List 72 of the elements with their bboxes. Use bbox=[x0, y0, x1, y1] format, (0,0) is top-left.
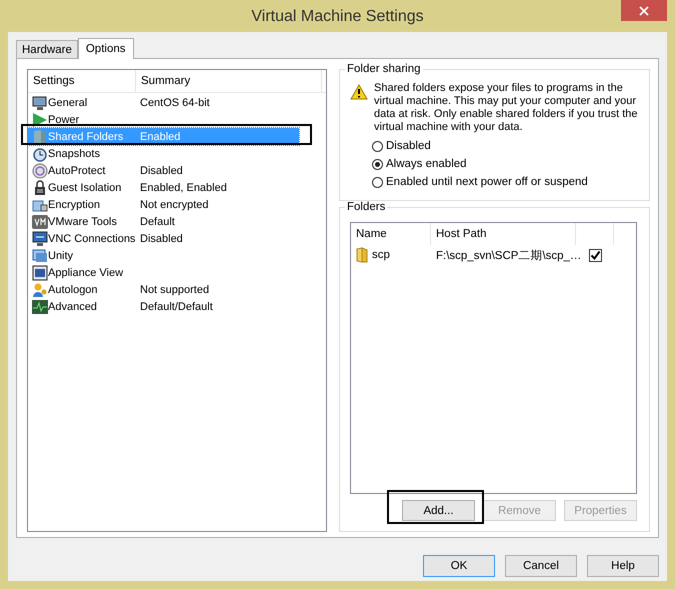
setting-summary: Disabled bbox=[140, 164, 183, 176]
radio-label: Always enabled bbox=[386, 158, 467, 170]
screen-icon bbox=[32, 230, 48, 246]
window-title: Virtual Machine Settings bbox=[251, 8, 424, 26]
setting-name: Guest Isolation bbox=[48, 182, 122, 194]
window-icon bbox=[32, 248, 48, 264]
setting-name: Autologon bbox=[48, 284, 99, 296]
monitor-icon bbox=[32, 94, 48, 110]
group-title: Folder sharing bbox=[345, 63, 423, 75]
settings-row[interactable]: Encryption Not encrypted bbox=[28, 196, 326, 213]
close-button[interactable] bbox=[621, 0, 667, 21]
folder-name: scp bbox=[372, 249, 390, 261]
setting-name: VNC Connections bbox=[48, 232, 136, 244]
dialog-button[interactable]: Cancel bbox=[505, 555, 577, 577]
column-header[interactable]: Host Path bbox=[431, 223, 576, 245]
group-title: Folders bbox=[345, 201, 388, 213]
tab[interactable]: Hardware bbox=[16, 40, 78, 58]
setting-summary: Default/Default bbox=[140, 300, 213, 312]
settings-row[interactable]: VNC Connections Disabled bbox=[28, 230, 326, 247]
radio-label: Enabled until next power off or suspend bbox=[386, 176, 588, 188]
setting-name: Appliance View bbox=[48, 266, 124, 278]
setting-name: AutoProtect bbox=[48, 164, 106, 176]
settings-row[interactable]: Power bbox=[28, 111, 326, 128]
tab[interactable]: Options bbox=[78, 38, 134, 59]
setting-name: Shared Folders bbox=[48, 130, 124, 142]
settings-row[interactable]: AutoProtect Disabled bbox=[28, 162, 326, 179]
settings-row[interactable]: Appliance View bbox=[28, 264, 326, 281]
setting-name: General bbox=[48, 96, 88, 108]
radio-label: Disabled bbox=[386, 140, 431, 152]
folder-icon bbox=[32, 128, 48, 144]
dialog-button[interactable]: Help bbox=[587, 555, 659, 577]
lock-icon bbox=[32, 180, 48, 196]
settings-row[interactable]: VMware Tools Default bbox=[28, 213, 326, 230]
radio-button[interactable] bbox=[372, 158, 383, 170]
setting-summary: CentOS 64-bit bbox=[140, 96, 210, 108]
radio-option[interactable]: Disabled bbox=[372, 140, 639, 152]
setting-summary: Not supported bbox=[140, 284, 210, 296]
setting-name: Snapshots bbox=[48, 148, 101, 160]
radio-button[interactable] bbox=[372, 140, 383, 152]
setting-name: Unity bbox=[48, 250, 74, 262]
appliance-icon bbox=[32, 264, 48, 280]
column-header[interactable]: Name bbox=[351, 223, 431, 245]
settings-row[interactable]: Advanced Default/Default bbox=[28, 298, 326, 315]
setting-summary: Default bbox=[140, 216, 175, 228]
column-header[interactable]: Settings bbox=[28, 70, 136, 92]
clock-icon bbox=[32, 146, 48, 162]
setting-summary: Enabled, Enabled bbox=[140, 182, 227, 194]
dialog-button[interactable]: OK bbox=[423, 555, 495, 577]
setting-summary: Disabled bbox=[140, 232, 183, 244]
settings-row[interactable]: Autologon Not supported bbox=[28, 281, 326, 298]
vm-icon bbox=[32, 214, 48, 230]
settings-row[interactable]: Unity bbox=[28, 247, 326, 264]
radio-option[interactable]: Always enabled bbox=[372, 158, 639, 170]
setting-summary: Not encrypted bbox=[140, 198, 208, 210]
setting-name: VMware Tools bbox=[48, 216, 118, 228]
close-icon bbox=[639, 6, 649, 16]
setting-name: Advanced bbox=[48, 300, 98, 312]
settings-row[interactable]: Guest Isolation Enabled, Enabled bbox=[28, 179, 326, 196]
radio-button[interactable] bbox=[372, 176, 383, 188]
settings-row[interactable]: General CentOS 64-bit bbox=[28, 94, 326, 111]
settings-row[interactable]: Snapshots bbox=[28, 145, 326, 162]
setting-name: Encryption bbox=[48, 198, 101, 210]
warning-text: Shared folders expose your files to programs in the virtual machine. This may put your computer and your data at risk. Only enable shared folders if you trust the virtual machine with your data. bbox=[374, 82, 639, 134]
warning-icon bbox=[350, 84, 368, 100]
setting-summary: Enabled bbox=[140, 130, 180, 142]
pulse-icon bbox=[32, 298, 48, 314]
folder-action-button[interactable]: Add... bbox=[402, 500, 475, 521]
setting-name: Power bbox=[48, 114, 80, 126]
enabled-checkbox[interactable] bbox=[589, 248, 602, 262]
column-header[interactable]: Summary bbox=[136, 70, 322, 92]
radio-option[interactable]: Enabled until next power off or suspend bbox=[372, 176, 639, 188]
folder-icon bbox=[356, 247, 368, 263]
